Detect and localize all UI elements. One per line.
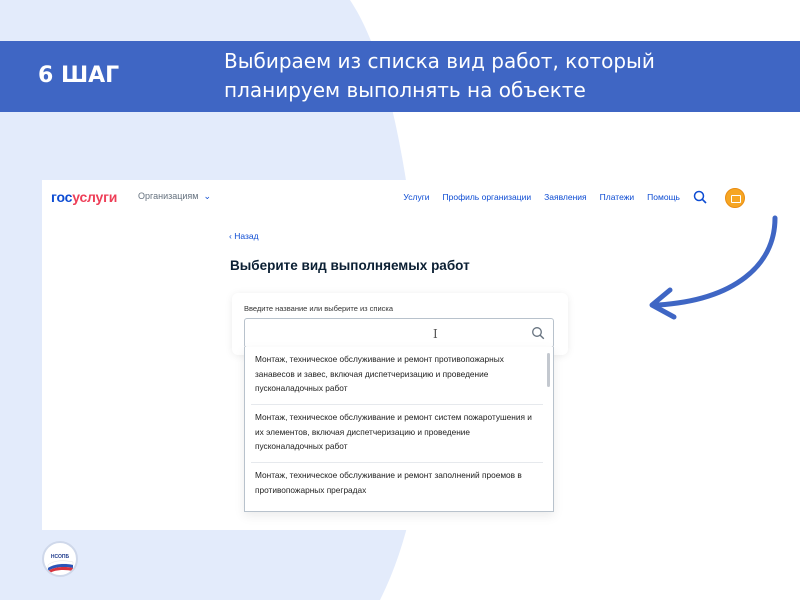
nav-link-services[interactable]: Услуги bbox=[403, 192, 429, 202]
step-label: 6 ШАГ bbox=[38, 63, 120, 88]
step-instruction: Выбираем из списка вид работ, который пл… bbox=[224, 49, 655, 102]
search-icon[interactable] bbox=[531, 326, 545, 340]
gosuslugi-logo[interactable]: госуслуги bbox=[51, 189, 117, 205]
work-type-search-input[interactable]: I bbox=[244, 318, 554, 348]
back-label: Назад bbox=[234, 231, 259, 241]
logo-part-uslugi: услуги bbox=[72, 189, 118, 205]
options-dropdown: Монтаж, техническое обслуживание и ремон… bbox=[244, 347, 554, 512]
user-avatar[interactable] bbox=[725, 188, 745, 208]
nav-links: Услуги Профиль организации Заявления Пла… bbox=[403, 192, 680, 202]
nav-link-applications[interactable]: Заявления bbox=[544, 192, 587, 202]
nav-link-help[interactable]: Помощь bbox=[647, 192, 680, 202]
option-item[interactable]: Монтаж, техническое обслуживание и ремон… bbox=[255, 468, 539, 497]
page-title: Выберите вид выполняемых работ bbox=[230, 258, 470, 273]
divider bbox=[251, 462, 543, 463]
back-link[interactable]: ‹ Назад bbox=[229, 231, 259, 241]
step-banner: 6 ШАГ Выбираем из списка вид работ, кото… bbox=[0, 41, 800, 112]
option-item[interactable]: Монтаж, техническое обслуживание и ремон… bbox=[255, 410, 539, 454]
logo-text: НСОПБ bbox=[50, 554, 70, 560]
dropdown-scrollbar[interactable] bbox=[547, 353, 550, 387]
divider bbox=[251, 404, 543, 405]
chevron-down-icon: ⌄ bbox=[203, 191, 212, 201]
nav-link-payments[interactable]: Платежи bbox=[600, 192, 634, 202]
text-cursor-icon: I bbox=[433, 327, 438, 341]
logo-part-gos: гос bbox=[51, 189, 73, 205]
pointer-arrow-icon bbox=[649, 215, 778, 320]
nav-link-org-profile[interactable]: Профиль организации bbox=[443, 192, 532, 202]
option-item[interactable]: Монтаж, техническое обслуживание и ремон… bbox=[255, 352, 539, 396]
field-label: Введите название или выберите из списка bbox=[244, 304, 394, 313]
search-icon[interactable] bbox=[693, 190, 707, 204]
organizations-menu-label: Организациям bbox=[138, 191, 199, 201]
nsopb-logo: НСОПБ bbox=[42, 541, 78, 577]
organizations-menu[interactable]: Организациям ⌄ bbox=[138, 191, 211, 202]
